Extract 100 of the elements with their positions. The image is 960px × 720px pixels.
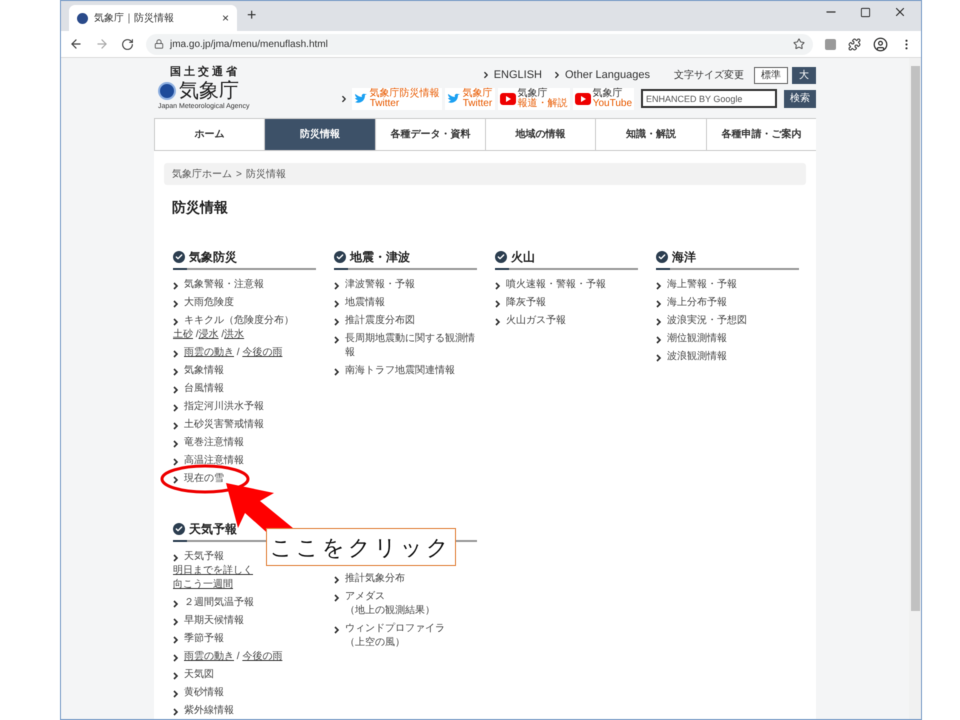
search-button[interactable]: 検索: [784, 90, 816, 108]
menu-link[interactable]: 気象情報: [184, 364, 224, 378]
menu-link[interactable]: 海上分布予報: [667, 296, 727, 310]
menu-link[interactable]: 海上警報・予報: [667, 278, 737, 292]
reload-icon[interactable]: [121, 38, 134, 50]
menu-link[interactable]: 火山ガス予報: [506, 314, 566, 328]
chevron-icon: [334, 368, 340, 376]
menu-link[interactable]: 黄砂情報: [184, 686, 224, 700]
breadcrumb-separator: >: [236, 168, 242, 182]
social-account-name: 気象庁: [462, 88, 493, 98]
social-account-name: 気象庁: [592, 88, 623, 98]
lock-icon: [154, 39, 164, 49]
menu-text: /: [194, 328, 199, 342]
chevron-icon: [173, 440, 179, 448]
social-service-name: Twitter: [462, 98, 493, 108]
social-badge[interactable]: 気象庁 報道・解説: [498, 88, 570, 110]
new-tab-button[interactable]: +: [247, 4, 256, 28]
menu-link[interactable]: 気象警報・注意報: [184, 278, 264, 292]
close-icon[interactable]: [893, 5, 907, 19]
menu-link[interactable]: 明日までを詳しく: [173, 564, 253, 578]
browser-tab[interactable]: 気象庁｜防災情報 ×: [69, 5, 237, 31]
chevron-icon: [173, 422, 179, 430]
section-heading: 地震・津波: [350, 249, 410, 266]
scrollbar-thumb[interactable]: [910, 66, 920, 611]
section-heading: 海洋: [672, 249, 696, 266]
chevron-icon: [173, 458, 179, 466]
social-service-name: 報道・解説: [518, 98, 568, 108]
menu-link[interactable]: 長周期地震動に関する観測情報: [345, 332, 477, 360]
language-link[interactable]: ENGLISH: [494, 66, 542, 84]
menu-link[interactable]: 季節予報: [184, 632, 224, 646]
chevron-icon: [173, 386, 179, 394]
address-field[interactable]: jma.go.jp/jma/menu/menuflash.html: [146, 34, 813, 54]
chevron-icon: [173, 318, 179, 326]
chevron-icon: [173, 350, 179, 358]
tab-close-button[interactable]: ×: [222, 9, 229, 27]
social-badge[interactable]: 気象庁 Twitter: [444, 88, 495, 110]
chevron-icon: [334, 594, 340, 602]
menu-link[interactable]: 高温注意情報: [184, 454, 244, 468]
menu-link[interactable]: 地震情報: [345, 296, 385, 310]
menu-link[interactable]: 土砂災害警戒情報: [184, 418, 264, 432]
chevron-icon: [173, 476, 179, 484]
profile-icon[interactable]: [873, 36, 888, 52]
extension-icon[interactable]: [825, 38, 836, 50]
menu-link[interactable]: 土砂: [173, 328, 193, 342]
chevron-icon: [334, 300, 340, 308]
menu-link[interactable]: 南海トラフ地震関連情報: [345, 364, 455, 378]
font-size-button[interactable]: 大: [792, 66, 816, 84]
menu-link[interactable]: 今後の雨: [242, 346, 282, 360]
social-badge[interactable]: 気象庁防災情報 Twitter: [352, 88, 442, 110]
menu-link[interactable]: 竜巻注意情報: [184, 436, 244, 450]
play-icon: [574, 92, 591, 104]
chevron-icon: [173, 618, 179, 626]
menu-link[interactable]: 向こう一週間: [173, 578, 233, 592]
menu-link[interactable]: 指定河川洪水予報: [184, 400, 264, 414]
back-icon[interactable]: [69, 37, 83, 51]
chevron-icon: [656, 282, 662, 290]
menu-link[interactable]: 潮位観測情報: [667, 332, 727, 346]
menu-text: /: [220, 329, 224, 342]
menu-link[interactable]: 天気図: [184, 668, 214, 682]
scrollbar[interactable]: [909, 58, 921, 719]
search-field[interactable]: ENHANCED BY Google: [641, 89, 777, 108]
menu-link[interactable]: 現在の雪: [184, 472, 224, 486]
menu-link[interactable]: 洪水: [224, 328, 244, 342]
star-icon[interactable]: [793, 38, 805, 50]
page-title: 防災情報: [172, 198, 229, 217]
social-badge[interactable]: 気象庁 YouTube: [572, 88, 634, 110]
chevron-icon: [495, 300, 501, 308]
menu-link[interactable]: ２週間気温予報: [184, 596, 254, 610]
chevron-icon: [656, 354, 662, 362]
menu-link[interactable]: 津波警報・予報: [345, 278, 415, 292]
ministry-name: 国土交通省: [170, 64, 240, 80]
chevron-icon: [334, 576, 340, 584]
menu-text: （上空の風）: [345, 636, 405, 650]
puzzle-icon[interactable]: [848, 38, 861, 50]
play-icon: [500, 92, 516, 104]
menu-link[interactable]: 今後の雨: [242, 650, 282, 664]
menu-link[interactable]: 噴火速報・警報・予報: [506, 278, 606, 292]
font-size-button[interactable]: 標準: [754, 66, 788, 84]
breadcrumb-link[interactable]: 気象庁ホーム: [172, 166, 232, 182]
menu-link[interactable]: 降灰予報: [506, 296, 546, 310]
menu-link[interactable]: 大雨危険度: [184, 296, 234, 310]
menu-link[interactable]: 雨雲の動き: [184, 346, 234, 360]
menu-link[interactable]: 雨雲の動き: [184, 650, 234, 664]
menu-text: /: [236, 650, 241, 664]
nav-tab[interactable]: 防災情報: [264, 119, 375, 150]
menu-link[interactable]: 波浪実況・予想図: [667, 314, 747, 328]
section-heading: 火山: [511, 249, 535, 266]
menu-link[interactable]: 早期天候情報: [184, 614, 244, 628]
chevron-icon: [334, 336, 340, 344]
breadcrumb-current: 防災情報: [246, 168, 286, 182]
callout-text: ここをクリック: [270, 534, 452, 562]
menu-link[interactable]: 推計震度分布図: [345, 314, 415, 328]
menu-link[interactable]: 台風情報: [184, 382, 224, 396]
menu-link[interactable]: 波浪観測情報: [667, 350, 727, 364]
maximize-icon[interactable]: [860, 6, 871, 18]
menu-link[interactable]: 推計気象分布: [345, 572, 405, 586]
font-size-label: 文字サイズ変更: [674, 68, 744, 82]
menu-link[interactable]: 紫外線情報: [184, 704, 234, 718]
language-link[interactable]: Other Languages: [564, 66, 650, 84]
menu-link[interactable]: 浸水: [198, 328, 219, 342]
